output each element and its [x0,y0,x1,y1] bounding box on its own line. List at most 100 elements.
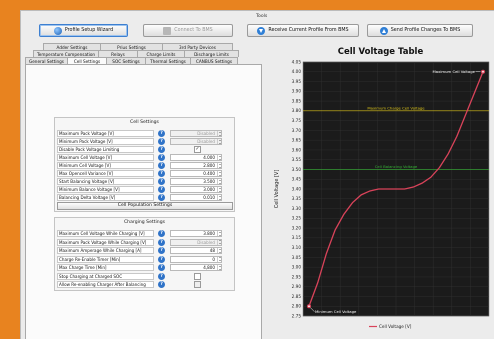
cell-population-settings-button[interactable]: Cell Population Settings [57,202,233,210]
charging-settings-title: Charging Settings [123,220,166,225]
y-tick-label: 3.15 [292,235,302,240]
setting-value-input[interactable]: Disabled [170,238,222,246]
help-icon[interactable]: ? [158,194,165,201]
help-icon[interactable]: ? [158,281,165,288]
setting-row: Balancing Delta Voltage [V]? 0.010 [57,194,233,201]
spinner-arrows-icon[interactable] [217,231,221,236]
help-icon[interactable]: ? [158,162,165,169]
setting-value-input[interactable]: Disabled [170,138,222,145]
setting-checkbox[interactable] [194,272,201,280]
setting-value-input[interactable]: 48 [170,247,222,254]
y-tick-label: 4.05 [292,59,302,64]
help-icon[interactable]: ? [158,138,165,145]
setting-value: 0.400 [203,171,215,176]
data-point-center [308,305,310,308]
tab-thermal-settings[interactable]: Thermal Settings [145,57,191,64]
help-icon[interactable]: ? [158,186,165,193]
setting-value: Disabled [197,139,215,144]
setting-value-input[interactable]: 0 [170,255,222,263]
y-tick-label: 3.35 [292,196,302,201]
help-icon[interactable]: ? [158,230,165,237]
help-icon[interactable]: ? [158,130,165,137]
y-tick-label: 2.80 [292,304,302,309]
cell-settings-group: Cell Settings Maximum Pack Voltage [V]? D… [54,117,235,212]
receive-profile-button[interactable]: Receive Current Profile From BMS [247,24,359,37]
setting-value: 3.000 [203,187,215,192]
setting-row: Maximum Pack Voltage While Charging [V]?… [57,238,233,246]
spinner-arrows-icon[interactable] [217,163,221,168]
bms-icon [163,26,172,35]
help-icon[interactable]: ? [158,255,165,263]
reference-line-label: Maximum Charge Cell Voltage [367,105,425,110]
setting-label: Stop Charging at Charged SOC [57,272,154,280]
y-tick-label: 3.00 [292,265,302,270]
spinner-arrows-icon[interactable] [217,256,221,262]
upload-icon [379,26,388,35]
help-icon[interactable]: ? [158,238,165,246]
tab-soc-settings[interactable]: SOC Settings [106,57,146,64]
send-profile-label: Send Profile Changes To BMS [390,28,461,33]
tab-charge-limits[interactable]: Charge Limits [137,50,185,57]
data-point-center [482,70,484,73]
tab-prius-settings[interactable]: Prius Settings [100,43,163,50]
setting-value-input[interactable]: 4,800 [170,264,222,271]
setting-value-input[interactable]: 2.800 [170,162,222,169]
tab-canbus-settings[interactable]: CANBUS Settings [190,57,238,64]
y-tick-label: 3.20 [292,225,302,230]
setting-row: Charge Re-Enable Timer [Min]? 0 [57,255,233,263]
spinner-arrows-icon[interactable] [217,131,221,136]
setting-row: Stop Charging at Charged SOC? [57,272,233,280]
setting-value: 2.800 [203,163,215,168]
setting-value: 48 [209,248,215,253]
help-icon[interactable]: ? [158,146,165,153]
spinner-arrows-icon[interactable] [217,171,221,176]
spinner-arrows-icon[interactable] [217,248,221,253]
setting-value: 3.500 [203,179,215,184]
tab-3rd-party-devices[interactable]: 3rd Party Devices [162,43,233,50]
setting-value-input[interactable]: 4.000 [170,154,222,161]
profile-setup-wizard-button[interactable]: Profile Setup Wizard [39,24,128,37]
spinner-arrows-icon[interactable] [217,187,221,192]
app-window: Tools Profile Setup Wizard Connect To BM… [20,10,494,339]
setting-row: Max Opencell Variance [V]? 0.400 [57,170,233,177]
setting-value: Disabled [197,131,215,136]
tab-discharge-limits[interactable]: Discharge Limits [184,50,239,57]
setting-value: 0 [212,256,215,262]
spinner-arrows-icon[interactable] [217,139,221,144]
send-profile-button[interactable]: Send Profile Changes To BMS [367,24,473,37]
setting-value-input[interactable]: 0.400 [170,170,222,177]
setting-checkbox[interactable] [194,281,201,288]
setting-label: Minimum Cell Voltage [V] [57,162,154,169]
connect-to-bms-button[interactable]: Connect To BMS [143,24,233,37]
setting-label: Max Opencell Variance [V] [57,170,154,177]
spinner-arrows-icon[interactable] [217,179,221,184]
setting-value-input[interactable]: 3.500 [170,178,222,185]
tab-general-settings[interactable]: General Settings [25,57,68,64]
setting-value-input[interactable]: 0.010 [170,194,222,201]
y-tick-label: 3.65 [292,138,302,143]
setting-row: Maximum Cell Voltage [V]? 4.000 [57,154,233,161]
help-icon[interactable]: ? [158,264,165,271]
spinner-arrows-icon[interactable] [217,195,221,200]
setting-row: Minimum Balance Voltage [V]? 3.000 [57,186,233,193]
y-tick-label: 3.80 [292,108,302,113]
help-icon[interactable]: ? [158,154,165,161]
tab-temperature-compensation[interactable]: Temperature Compensation [33,50,99,57]
tab-cell-settings[interactable]: Cell Settings [67,57,107,64]
setting-value-input[interactable]: Disabled [170,130,222,137]
help-icon[interactable]: ? [158,247,165,254]
help-icon[interactable]: ? [158,178,165,185]
spinner-arrows-icon[interactable] [217,239,221,245]
help-icon[interactable]: ? [158,272,165,280]
setting-checkbox[interactable]: ✓ [194,146,201,153]
setting-value-input[interactable]: 3.800 [170,230,222,237]
setting-label: Minimum Balance Voltage [V] [57,186,154,193]
y-tick-label: 2.75 [292,313,302,318]
help-icon[interactable]: ? [158,170,165,177]
spinner-arrows-icon[interactable] [217,155,221,160]
tab-relays[interactable]: Relays [98,50,138,57]
tab-adder-settings[interactable]: Adder Settings [43,43,101,50]
setting-label: Maximum Pack Voltage [V] [57,130,154,137]
spinner-arrows-icon[interactable] [217,265,221,270]
setting-value-input[interactable]: 3.000 [170,186,222,193]
